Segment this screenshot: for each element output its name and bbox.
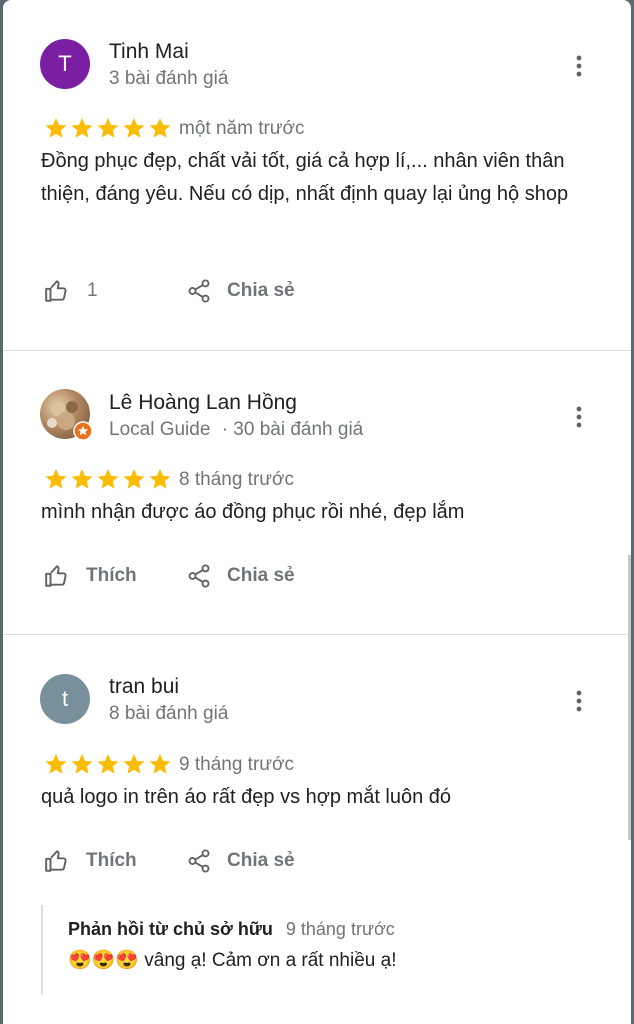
thumbs-up-icon (45, 565, 67, 587)
owner-reply-text: 😍😍😍 vâng ạ! Cảm ơn a rất nhiều ạ! (68, 948, 608, 972)
star-icon (149, 469, 171, 489)
owner-reply-message: vâng ạ! Cảm ơn a rất nhiều ạ! (144, 950, 397, 971)
star-icon (45, 118, 67, 138)
review-card: T Tinh Mai 3 bài đánh giá một năm trước … (3, 0, 631, 350)
review-count[interactable]: 3 bài đánh giá (109, 68, 228, 90)
avatar-letter: T (58, 51, 72, 76)
star-icon (45, 754, 67, 774)
heart-eyes-emoji-icon: 😍😍😍 (68, 950, 139, 971)
share-label: Chia sẻ (227, 280, 295, 301)
review-time: 8 tháng trước (179, 469, 294, 490)
reviews-panel: T Tinh Mai 3 bài đánh giá một năm trước … (3, 0, 631, 1024)
review-card: Lê Hoàng Lan Hồng Local Guide · 30 bài đ… (3, 350, 631, 635)
like-label: Thích (86, 565, 137, 586)
avatar-letter: t (61, 686, 69, 711)
share-icon (188, 564, 210, 588)
like-button[interactable]: Thích (43, 563, 137, 589)
reviewer-meta[interactable]: Local Guide · 30 bài đánh giá (109, 419, 363, 441)
star-icon (123, 469, 145, 489)
review-count[interactable]: 8 bài đánh giá (109, 703, 228, 725)
like-button[interactable]: Thích (43, 848, 137, 874)
like-button[interactable]: 1 (43, 278, 98, 304)
share-label: Chia sẻ (227, 565, 295, 586)
share-icon (188, 279, 210, 303)
star-icon (71, 118, 93, 138)
owner-reply: Phản hồi từ chủ sở hữu 9 tháng trước 😍😍😍… (41, 905, 608, 995)
share-icon (188, 849, 210, 873)
avatar[interactable]: T (40, 39, 90, 89)
avatar[interactable]: t (40, 674, 90, 724)
thumbs-up-icon (45, 280, 67, 302)
star-icon (149, 754, 171, 774)
star-icon (123, 118, 145, 138)
review-text: quả logo in trên áo rất đẹp vs hợp mắt l… (41, 786, 452, 808)
star-rating (43, 116, 173, 140)
star-icon (123, 754, 145, 774)
more-options-icon[interactable] (570, 403, 588, 431)
like-label: Thích (86, 850, 137, 871)
star-rating (43, 752, 173, 776)
reviewer-name[interactable]: Tinh Mai (109, 40, 189, 64)
scrollbar[interactable] (628, 555, 631, 840)
share-button[interactable]: Chia sẻ (186, 278, 295, 304)
thumbs-up-icon (45, 850, 67, 872)
review-time: 9 tháng trước (179, 754, 294, 775)
review-count: · 30 bài đánh giá (221, 419, 364, 440)
more-options-icon[interactable] (570, 52, 588, 80)
local-guide-badge-icon (73, 421, 93, 441)
owner-reply-time: 9 tháng trước (285, 919, 395, 939)
owner-reply-label: Phản hồi từ chủ sở hữu (68, 919, 273, 939)
review-text: Đồng phục đẹp, chất vải tốt, giá cả hợp … (41, 150, 569, 205)
star-icon (71, 754, 93, 774)
share-button[interactable]: Chia sẻ (186, 848, 295, 874)
star-icon (97, 469, 119, 489)
review-text: mình nhận được áo đồng phục rồi nhé, đẹp… (41, 501, 465, 523)
review-time: một năm trước (179, 118, 305, 139)
share-label: Chia sẻ (227, 850, 295, 871)
star-icon (97, 118, 119, 138)
owner-reply-header: Phản hồi từ chủ sở hữu 9 tháng trước (68, 919, 608, 940)
star-icon (97, 754, 119, 774)
share-button[interactable]: Chia sẻ (186, 563, 295, 589)
reviewer-name[interactable]: Lê Hoàng Lan Hồng (109, 391, 297, 415)
more-options-icon[interactable] (570, 687, 588, 715)
star-rating (43, 467, 173, 491)
star-icon (45, 469, 67, 489)
star-icon (71, 469, 93, 489)
star-icon (149, 118, 171, 138)
local-guide-label: Local Guide (109, 419, 211, 440)
reviewer-name[interactable]: tran bui (109, 675, 179, 699)
like-count: 1 (87, 280, 98, 301)
